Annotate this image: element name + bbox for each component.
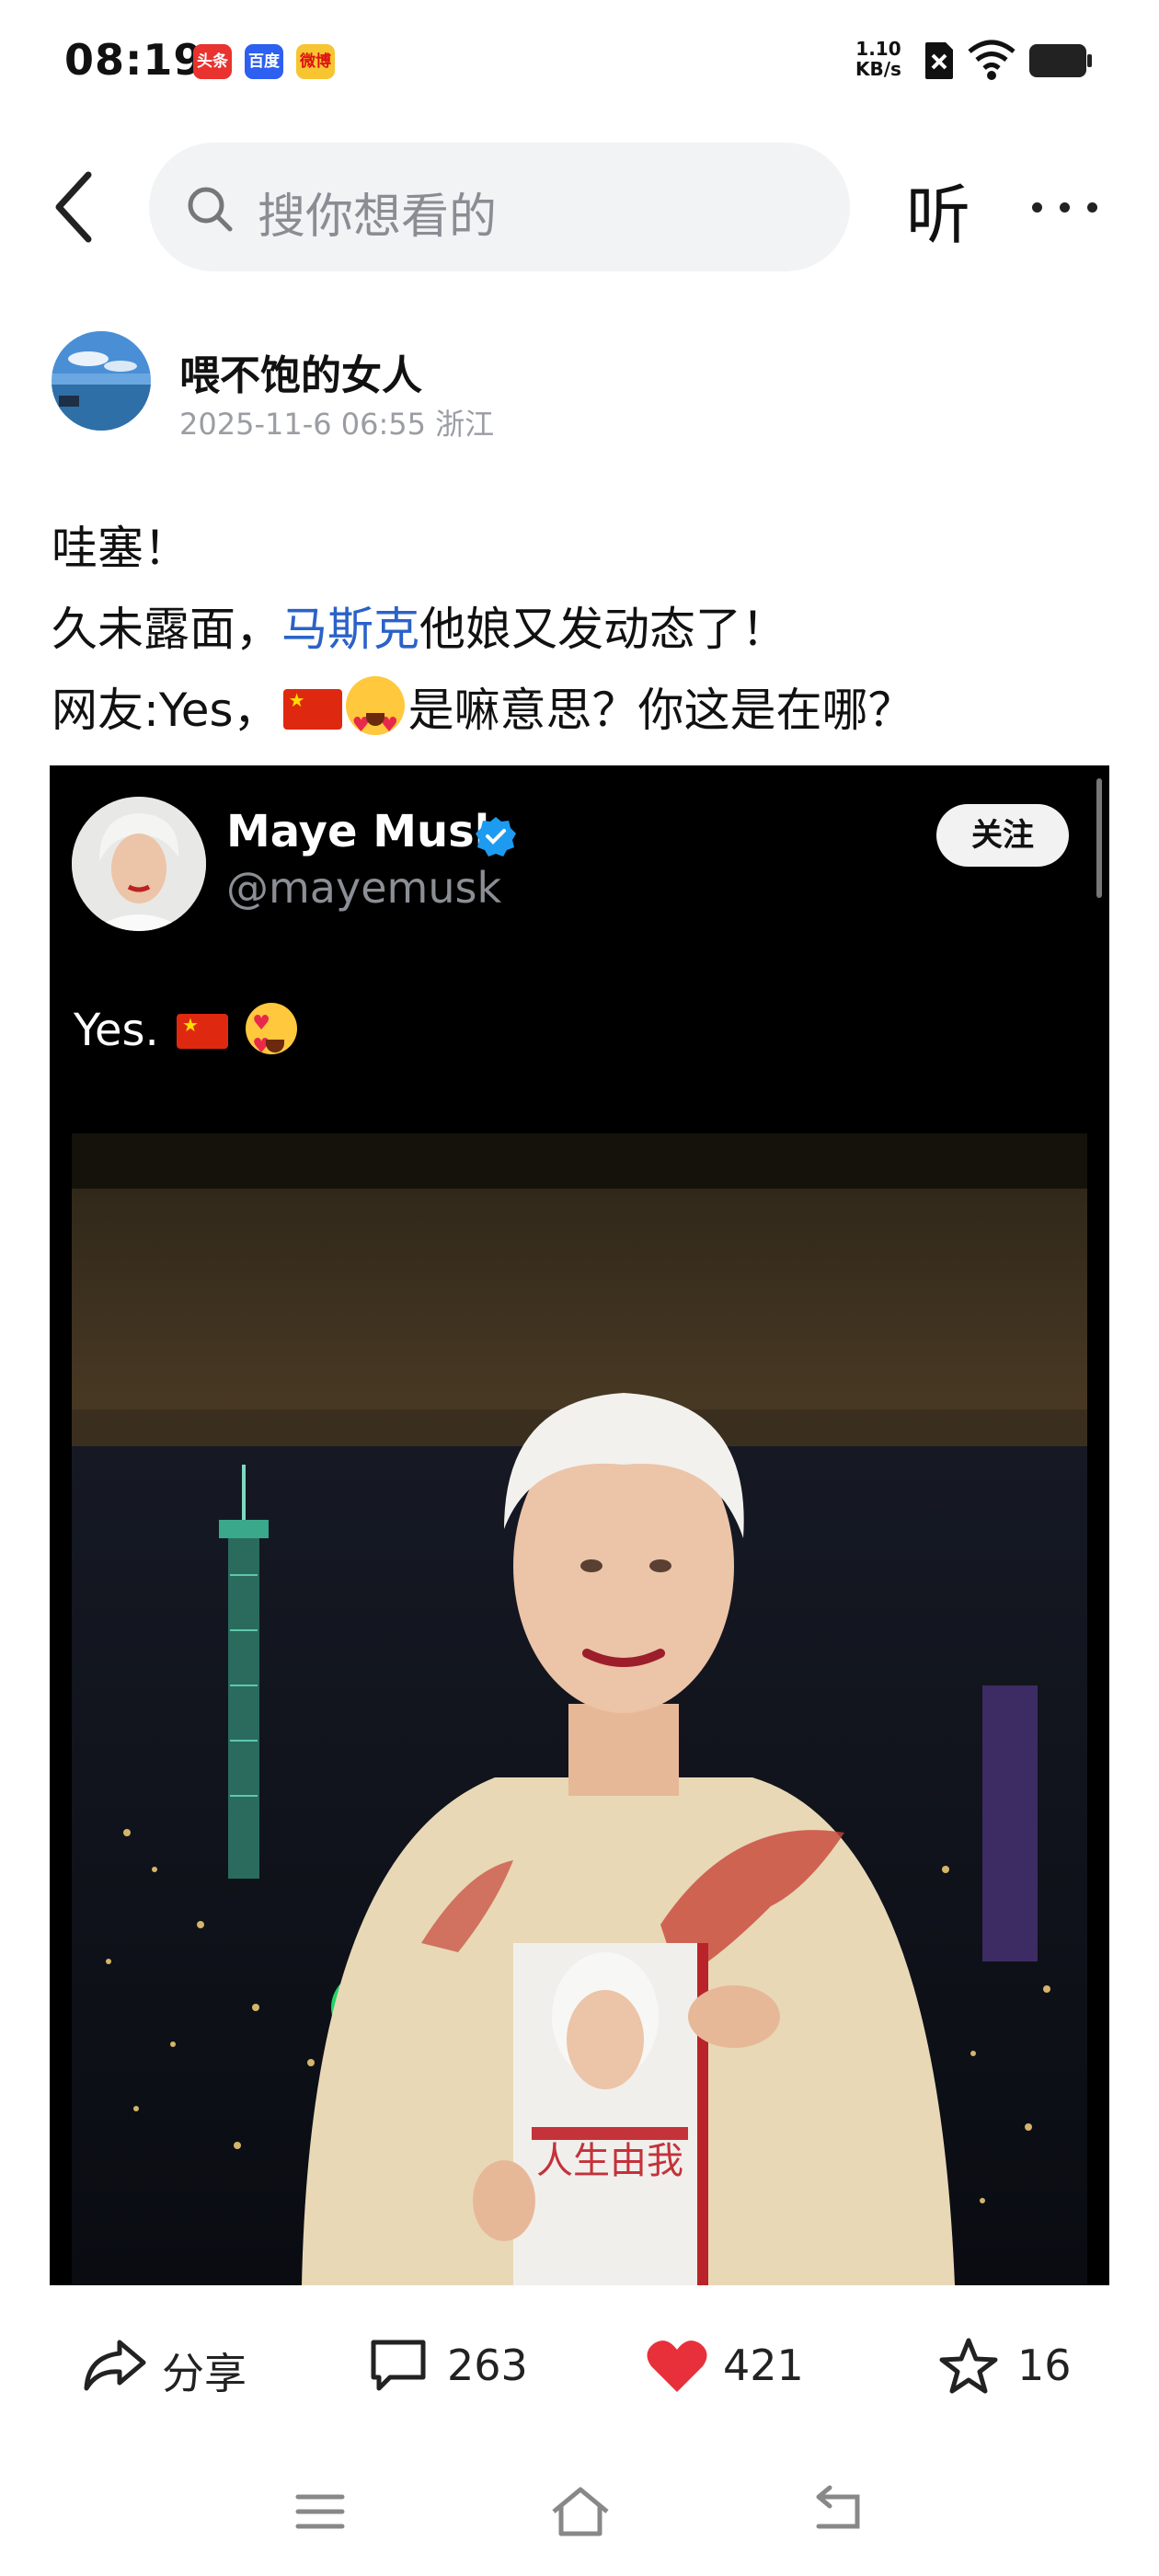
favorite-button[interactable]: 16 — [938, 2328, 1122, 2401]
status-time: 08:19 — [64, 35, 204, 85]
home-icon[interactable] — [548, 2484, 613, 2539]
heart-icon — [647, 2340, 707, 2392]
network-speed-unit: KB/s — [855, 58, 901, 80]
listen-button[interactable]: 听 — [906, 164, 970, 257]
menu-icon[interactable] — [293, 2484, 348, 2539]
share-button[interactable]: 分享 — [83, 2328, 267, 2401]
post-line: 哇塞！ — [52, 508, 1119, 589]
embed-avatar — [72, 797, 206, 931]
network-speed: 1.10 KB/s — [855, 39, 901, 79]
author-row: 喂不饱的女人 2025-11-6 06:55 浙江 — [0, 331, 1159, 442]
star-icon — [939, 2338, 998, 2394]
dot-icon — [1087, 202, 1097, 213]
status-bar: 08:19 头条 百度 微博 1.10 KB/s — [0, 0, 1159, 124]
author-name[interactable]: 喂不饱的女人 — [179, 342, 422, 401]
china-flag-icon — [282, 689, 342, 730]
network-speed-value: 1.10 — [855, 38, 901, 60]
favorite-count: 16 — [1017, 2340, 1072, 2390]
verified-badge-icon — [476, 817, 516, 857]
follow-button: 关注 — [936, 804, 1069, 867]
action-bar: 分享 263 421 16 — [0, 2309, 1159, 2420]
weibo-app-icon: 微博 — [296, 44, 335, 79]
post-line: 网友:Yes， 是嘛意思？你这是在哪？ — [52, 670, 1119, 766]
post-line-text: 哇塞！ — [52, 522, 189, 575]
comment-icon — [371, 2340, 426, 2391]
book-title: 人生由我 — [536, 2140, 683, 2182]
dot-icon — [1032, 202, 1042, 213]
like-button[interactable]: 421 — [644, 2328, 828, 2401]
photo-woman-holding-book: 人生由我 — [72, 1133, 1087, 2285]
dot-icon — [1060, 202, 1070, 213]
more-options-button[interactable] — [1028, 166, 1102, 248]
search-icon — [188, 187, 233, 232]
embed-user-name: Maye Musk — [226, 806, 504, 857]
top-navigation: 搜你想看的 听 — [0, 129, 1159, 285]
post-line: 久未露面，马斯克他娘又发动态了！ — [52, 589, 1119, 670]
heart-eyes-emoji-icon — [345, 676, 405, 766]
baidu-app-icon: 百度 — [245, 44, 283, 79]
post-line-text: 是嘛意思？你这是在哪？ — [407, 684, 914, 737]
post-line-text: 网友:Yes， — [52, 684, 280, 737]
toutiao-app-icon: 头条 — [193, 44, 232, 79]
no-sim-icon — [925, 42, 953, 79]
system-navigation — [0, 2456, 1159, 2576]
wifi-icon — [968, 40, 1016, 80]
back-nav-icon[interactable] — [809, 2484, 874, 2539]
post-meta: 2025-11-6 06:55 浙江 — [179, 407, 495, 442]
comment-button[interactable]: 263 — [368, 2328, 552, 2401]
embedded-image[interactable]: Maye Musk @mayemusk 关注 Yes. ★ ♥ ♥ 人生由我 — [50, 765, 1109, 2285]
post-line-text: 久未露面， — [52, 603, 281, 656]
smiling-hearts-emoji-icon — [246, 1003, 298, 1058]
search-placeholder: 搜你想看的 — [258, 190, 498, 245]
share-icon — [84, 2340, 146, 2391]
embed-tweet-text: Yes. — [74, 1003, 301, 1058]
author-avatar[interactable] — [52, 331, 151, 431]
embed-user-handle: @mayemusk — [226, 863, 502, 913]
comment-count: 263 — [447, 2340, 528, 2390]
search-input[interactable]: 搜你想看的 — [149, 143, 850, 271]
scrollbar — [1096, 778, 1102, 898]
back-button[interactable] — [46, 166, 110, 248]
battery-icon — [1029, 44, 1092, 77]
like-count: 421 — [723, 2340, 804, 2390]
china-flag-icon — [177, 1014, 229, 1049]
topic-link[interactable]: 马斯克 — [281, 603, 419, 656]
post-text: 哇塞！ 久未露面，马斯克他娘又发动态了！ 网友:Yes， 是嘛意思？你这是在哪？ — [52, 508, 1119, 766]
share-label: 分享 — [162, 2349, 247, 2398]
tweet-text: Yes. — [74, 1005, 159, 1056]
post-line-text: 他娘又发动态了！ — [419, 603, 787, 656]
